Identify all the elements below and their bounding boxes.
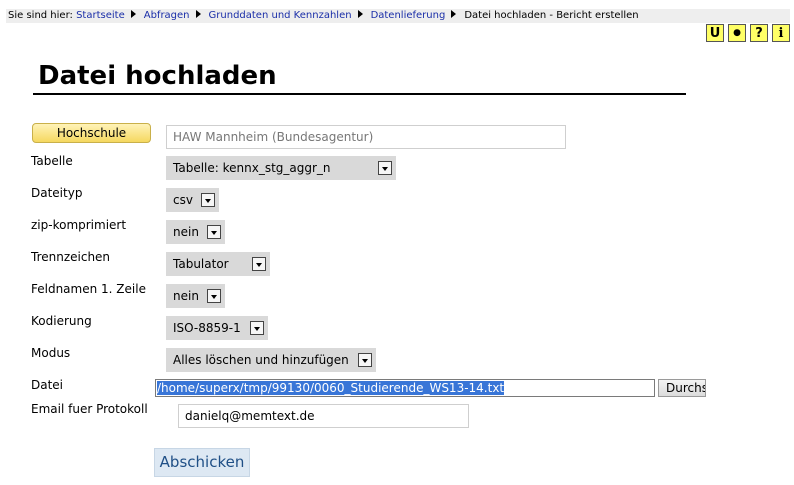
chevron-down-icon bbox=[378, 161, 392, 175]
email-field[interactable]: danielq@memtext.de bbox=[178, 404, 469, 428]
toolbar: U ● ? i bbox=[706, 24, 790, 42]
chevron-down-icon bbox=[207, 225, 221, 239]
dateityp-label: Dateityp bbox=[31, 186, 83, 200]
modus-label: Modus bbox=[31, 346, 71, 360]
kodierung-select[interactable]: ISO-8859-1 bbox=[166, 316, 268, 340]
kodierung-label: Kodierung bbox=[31, 314, 92, 328]
modus-select[interactable]: Alles löschen und hinzufügen bbox=[166, 348, 376, 372]
zip-select[interactable]: nein bbox=[166, 220, 225, 244]
feldnamen-select[interactable]: nein bbox=[166, 284, 225, 308]
dateityp-select-value: csv bbox=[173, 193, 193, 207]
modus-select-value: Alles löschen und hinzufügen bbox=[173, 353, 349, 367]
file-path-input[interactable]: /home/superx/tmp/99130/0060_Studierende_… bbox=[155, 379, 655, 397]
hochschule-button[interactable]: Hochschule bbox=[32, 123, 151, 143]
title-divider bbox=[33, 93, 686, 95]
breadcrumb-arrow-icon bbox=[130, 10, 136, 18]
breadcrumb-arrow-icon bbox=[195, 10, 201, 18]
help-icon[interactable]: ? bbox=[750, 24, 768, 42]
breadcrumb-prefix: Sie sind hier: bbox=[8, 10, 73, 21]
trennzeichen-select-value: Tabulator bbox=[173, 257, 229, 271]
page-title: Datei hochladen bbox=[38, 61, 277, 91]
email-label: Email fuer Protokoll bbox=[31, 402, 148, 416]
dateityp-select[interactable]: csv bbox=[166, 188, 219, 212]
chevron-down-icon bbox=[250, 321, 264, 335]
chevron-down-icon bbox=[201, 193, 215, 207]
trennzeichen-select[interactable]: Tabulator bbox=[166, 252, 270, 276]
submit-button[interactable]: Abschicken bbox=[154, 448, 250, 477]
feldnamen-label: Feldnamen 1. Zeile bbox=[31, 282, 146, 296]
breadcrumb-link-datenlieferung[interactable]: Datenlieferung bbox=[371, 10, 446, 21]
datei-label: Datei bbox=[31, 378, 64, 392]
tabelle-select-value: Tabelle: kennx_stg_aggr_n bbox=[173, 161, 331, 175]
breadcrumb-link-grunddaten[interactable]: Grunddaten und Kennzahlen bbox=[209, 10, 352, 21]
tabelle-select[interactable]: Tabelle: kennx_stg_aggr_n bbox=[166, 156, 396, 180]
breadcrumb-link-startseite[interactable]: Startseite bbox=[76, 10, 125, 21]
attachment-icon[interactable]: U bbox=[706, 24, 724, 42]
kodierung-select-value: ISO-8859-1 bbox=[173, 321, 241, 335]
breadcrumb-arrow-icon bbox=[357, 10, 363, 18]
chevron-down-icon bbox=[252, 257, 266, 271]
breadcrumb-arrow-icon bbox=[451, 10, 457, 18]
info-icon[interactable]: i bbox=[772, 24, 790, 42]
breadcrumb: Sie sind hier: Startseite Abfragen Grundda… bbox=[6, 9, 790, 23]
tabelle-label: Tabelle bbox=[31, 154, 73, 168]
zip-label: zip-komprimiert bbox=[31, 218, 127, 232]
dot-icon[interactable]: ● bbox=[728, 24, 746, 42]
chevron-down-icon bbox=[207, 289, 221, 303]
chevron-down-icon bbox=[358, 353, 372, 367]
trennzeichen-label: Trennzeichen bbox=[31, 250, 111, 264]
feldnamen-select-value: nein bbox=[173, 289, 199, 303]
hochschule-field: HAW Mannheim (Bundesagentur) bbox=[166, 125, 566, 149]
breadcrumb-current: Datei hochladen - Bericht erstellen bbox=[464, 10, 639, 21]
zip-select-value: nein bbox=[173, 225, 199, 239]
browse-button[interactable]: Durchsuchen... bbox=[658, 379, 706, 397]
breadcrumb-link-abfragen[interactable]: Abfragen bbox=[144, 10, 190, 21]
file-path-value: /home/superx/tmp/99130/0060_Studierende_… bbox=[157, 381, 505, 395]
